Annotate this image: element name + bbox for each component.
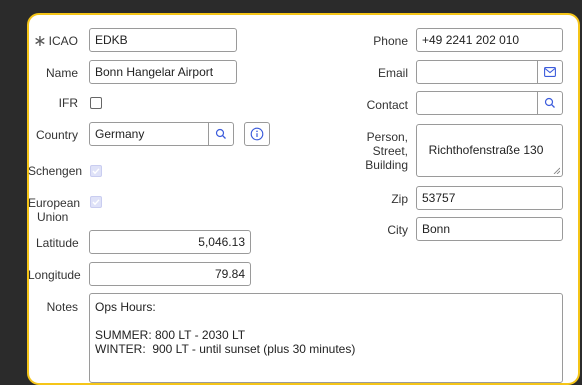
search-icon	[215, 128, 226, 139]
schengen-checkbox[interactable]	[90, 165, 102, 177]
street-textarea[interactable]: Richthofenstraße 130	[416, 124, 563, 177]
city-input[interactable]: Bonn	[416, 217, 563, 241]
icao-input[interactable]: EDKB	[89, 28, 237, 52]
country-input[interactable]: Germany	[89, 122, 209, 146]
contact-label: Contact	[366, 98, 408, 112]
email-send-button[interactable]	[537, 60, 563, 84]
icao-label: ∗ ICAO	[33, 33, 78, 50]
country-label: Country	[35, 128, 78, 142]
city-label: City	[387, 223, 408, 237]
longitude-input[interactable]: 79.84	[89, 262, 251, 286]
zip-input[interactable]: 53757	[416, 186, 563, 210]
longitude-label: Longitude	[28, 268, 81, 282]
info-icon	[250, 127, 264, 141]
contact-search-button[interactable]	[537, 91, 563, 115]
email-input[interactable]	[416, 60, 538, 84]
resize-grip-icon[interactable]	[553, 167, 560, 174]
notes-textarea[interactable]: Ops Hours: SUMMER: 800 LT - 2030 LT WINT…	[89, 293, 563, 383]
email-label: Email	[377, 66, 408, 80]
eu-label: European Union	[28, 196, 81, 224]
ifr-label: IFR	[58, 96, 78, 110]
latitude-input[interactable]: 5,046.13	[89, 230, 251, 254]
country-search-button[interactable]	[208, 122, 234, 146]
notes-label: Notes	[46, 300, 78, 314]
schengen-label: Schengen	[28, 164, 83, 178]
country-info-button[interactable]	[244, 122, 270, 146]
check-icon	[92, 168, 100, 175]
mail-icon	[544, 67, 556, 77]
zip-label: Zip	[391, 192, 408, 206]
phone-label: Phone	[373, 34, 408, 48]
name-label: Name	[45, 66, 78, 80]
check-icon	[92, 199, 100, 206]
name-input[interactable]: Bonn Hangelar Airport	[89, 60, 237, 84]
contact-input[interactable]	[416, 91, 538, 115]
street-label: Person, Street, Building	[365, 130, 408, 172]
search-icon	[544, 97, 555, 108]
latitude-label: Latitude	[36, 236, 79, 250]
phone-input[interactable]: +49 2241 202 010	[416, 28, 563, 52]
asterisk-icon: ∗	[33, 33, 47, 50]
ifr-checkbox[interactable]	[90, 97, 102, 109]
eu-checkbox[interactable]	[90, 196, 102, 208]
